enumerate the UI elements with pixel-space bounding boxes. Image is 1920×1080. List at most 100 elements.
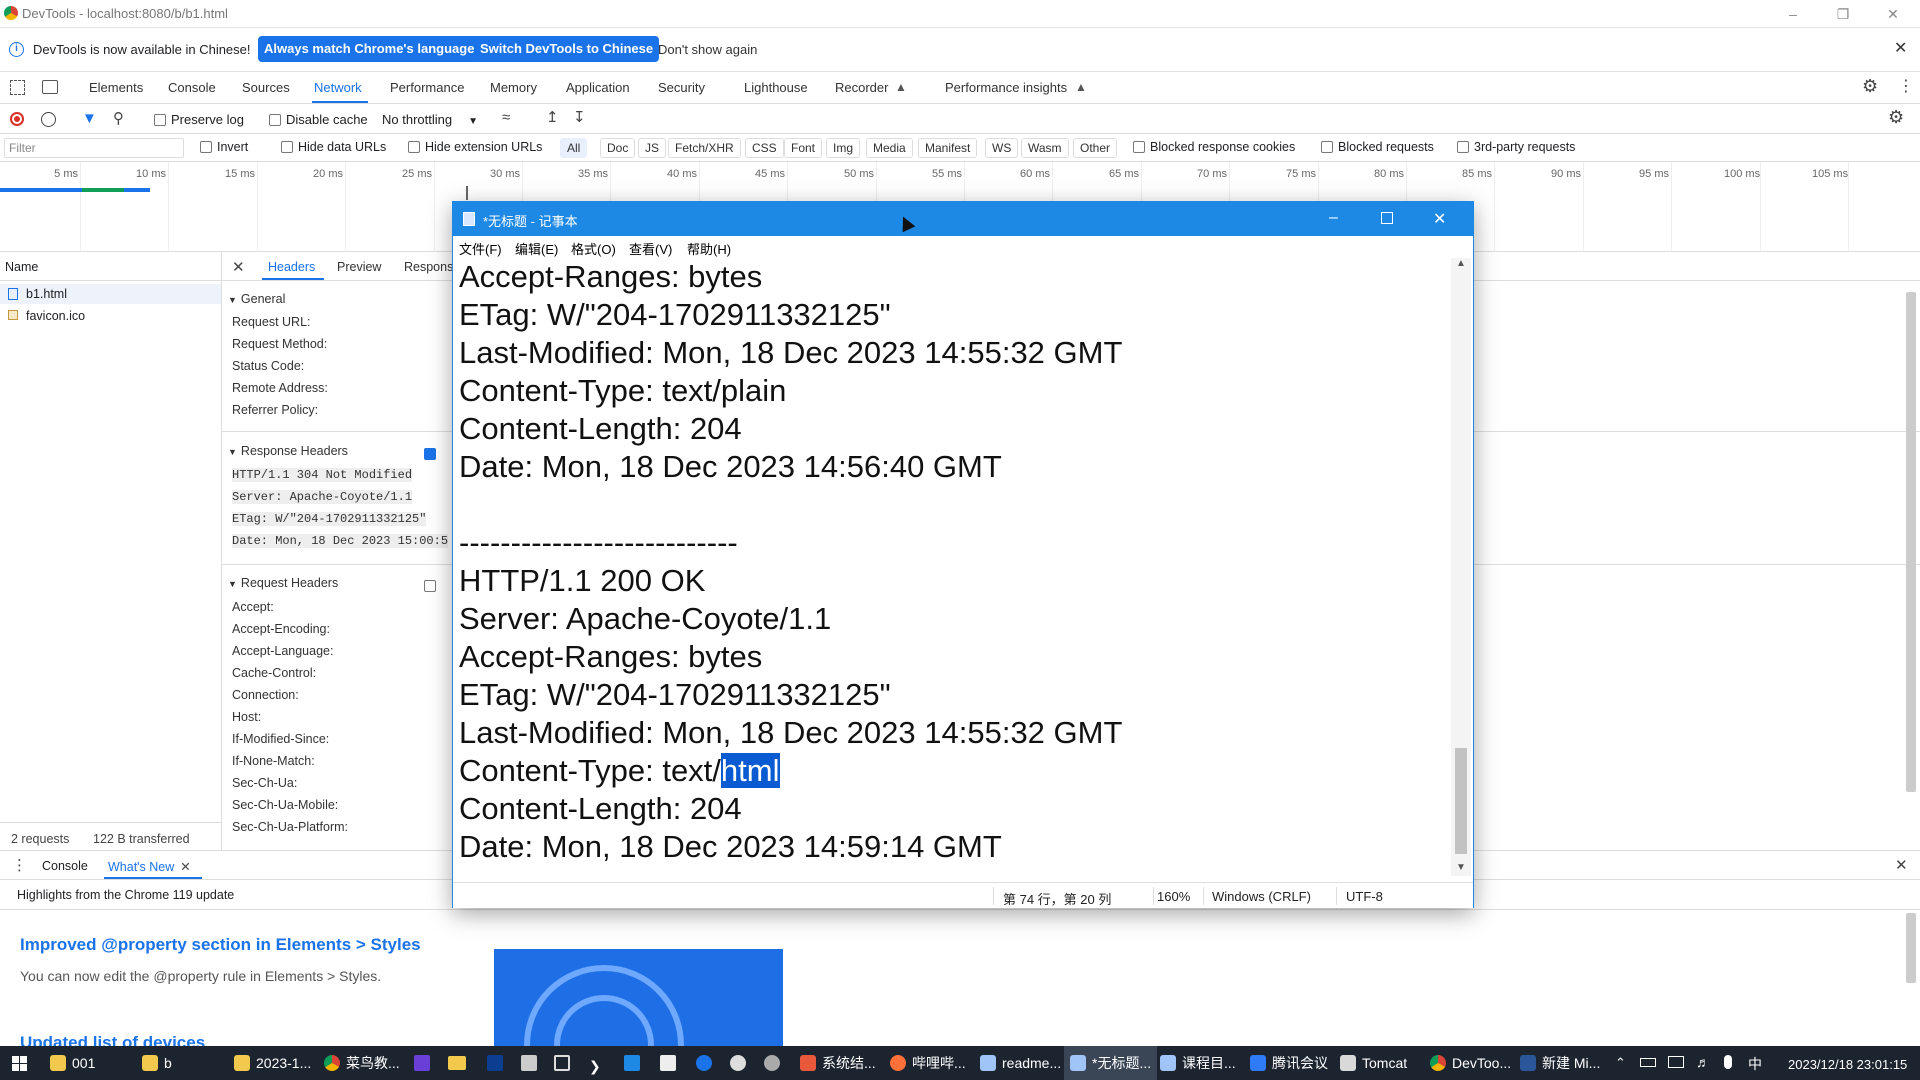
notepad-text-area[interactable]: Accept-Ranges: bytes ETag: W/"204-170291… xyxy=(459,258,1449,876)
drawer-tab-whats-new[interactable]: What's New ✕ xyxy=(108,859,191,874)
menu-edit[interactable]: 编辑(E) xyxy=(515,239,558,258)
menu-file[interactable]: 文件(F) xyxy=(459,239,502,258)
taskbar-clock[interactable]: 2023/12/18 23:01:15 xyxy=(1788,1057,1907,1072)
filter-type-js[interactable]: JS xyxy=(638,138,667,158)
preserve-log-checkbox[interactable]: Preserve log xyxy=(154,112,244,127)
taskbar-item-readme[interactable]: readme... xyxy=(974,1046,1067,1080)
filter-type-img[interactable]: Img xyxy=(826,138,861,158)
general-section-header[interactable]: ▼ General xyxy=(228,292,285,306)
taskbar-item-notepad-active[interactable]: *无标题... xyxy=(1064,1046,1158,1080)
network-icon[interactable] xyxy=(1668,1056,1684,1068)
taskbar-item-b[interactable]: b xyxy=(136,1046,178,1080)
taskbar-item-devtools[interactable]: DevToo... xyxy=(1424,1046,1517,1080)
device-toolbar-icon[interactable] xyxy=(42,80,58,94)
filter-type-css[interactable]: CSS xyxy=(745,138,784,158)
drawer-tab-console[interactable]: Console xyxy=(42,859,88,873)
restore-button[interactable]: ❐ xyxy=(1820,0,1866,28)
selected-text[interactable]: html xyxy=(720,753,780,788)
tab-application[interactable]: Application xyxy=(566,80,630,95)
import-har-icon[interactable]: ↥ xyxy=(546,108,559,126)
filter-type-media[interactable]: Media xyxy=(866,138,913,158)
close-drawer-icon[interactable]: ✕ xyxy=(1895,856,1908,874)
ime-zh-icon[interactable]: 中 xyxy=(1748,1054,1762,1074)
tab-recorder[interactable]: Recorder xyxy=(835,80,888,95)
scroll-down-arrow-icon[interactable]: ▼ xyxy=(1456,862,1466,873)
taskbar-item-tencent-meeting[interactable]: 腾讯会议 xyxy=(1244,1046,1334,1080)
network-settings-icon[interactable]: ⚙ xyxy=(1888,107,1904,128)
close-infobar-icon[interactable]: ✕ xyxy=(1894,38,1907,58)
notepad-scrollbar[interactable]: ▲ ▼ xyxy=(1451,258,1471,876)
tab-sources[interactable]: Sources xyxy=(242,80,290,95)
tab-performance-insights[interactable]: Performance insights xyxy=(945,80,1067,95)
raw-checkbox-response[interactable] xyxy=(424,446,441,461)
detail-tab-headers[interactable]: Headers xyxy=(268,260,315,274)
notepad-titlebar[interactable]: *无标题 - 记事本 – ✕ xyxy=(453,202,1473,236)
scroll-up-arrow-icon[interactable]: ▲ xyxy=(1456,258,1466,269)
blocked-requests-checkbox[interactable]: Blocked requests xyxy=(1321,140,1434,154)
name-column-header[interactable]: Name xyxy=(5,260,38,274)
filter-type-wasm[interactable]: Wasm xyxy=(1021,138,1069,158)
detail-tab-preview[interactable]: Preview xyxy=(337,260,381,274)
pinned-app-icon[interactable] xyxy=(696,1055,712,1071)
record-stop-icon[interactable] xyxy=(10,112,24,126)
network-conditions-icon[interactable]: ≈ xyxy=(502,109,510,126)
tab-performance[interactable]: Performance xyxy=(390,80,464,95)
disable-cache-checkbox[interactable]: Disable cache xyxy=(269,112,368,127)
drawer-scrollbar[interactable] xyxy=(1906,913,1916,983)
close-button[interactable]: ✕ xyxy=(1870,0,1916,28)
volume-icon[interactable]: ♬ xyxy=(1696,1054,1710,1070)
search-icon[interactable]: ⚲ xyxy=(113,109,124,127)
filter-type-all[interactable]: All xyxy=(560,138,588,158)
export-har-icon[interactable]: ↧ xyxy=(573,108,586,126)
pinned-app-icon[interactable] xyxy=(521,1055,537,1071)
article-title-link[interactable]: Improved @property section in Elements >… xyxy=(20,935,421,955)
blocked-cookies-checkbox[interactable]: Blocked response cookies xyxy=(1133,140,1295,154)
close-tab-icon[interactable]: ✕ xyxy=(180,860,190,874)
minimize-button[interactable]: – xyxy=(1770,0,1816,28)
notepad-minimize-button[interactable]: – xyxy=(1329,209,1338,227)
filter-type-other[interactable]: Other xyxy=(1073,138,1118,158)
invert-checkbox[interactable]: Invert xyxy=(200,140,248,154)
taskbar-item-word[interactable]: 新建 Mi... xyxy=(1514,1046,1606,1080)
taskbar-item-bilibili[interactable]: 哔哩哔... xyxy=(884,1046,972,1080)
raw-checkbox-request[interactable] xyxy=(424,578,441,593)
throttling-select[interactable]: No throttling ▼ xyxy=(382,112,478,127)
taskbar-item-folder-2023[interactable]: 2023-1... xyxy=(228,1046,317,1080)
tab-console[interactable]: Console xyxy=(168,80,216,95)
pinned-terminal-icon[interactable] xyxy=(487,1055,503,1071)
clear-icon[interactable] xyxy=(41,112,56,127)
filter-type-manifest[interactable]: Manifest xyxy=(918,138,978,158)
filter-input[interactable]: Filter xyxy=(4,138,184,158)
dont-show-again-link[interactable]: Don't show again xyxy=(658,42,757,57)
third-party-checkbox[interactable]: 3rd-party requests xyxy=(1457,140,1575,154)
taskbar-item-course[interactable]: 课程目... xyxy=(1154,1046,1242,1080)
pinned-app-icon[interactable]: ❯ xyxy=(589,1058,601,1075)
tab-network[interactable]: Network xyxy=(314,80,362,95)
filter-funnel-icon[interactable]: ▼ xyxy=(82,110,97,127)
inspect-element-icon[interactable] xyxy=(10,80,25,95)
hide-data-urls-checkbox[interactable]: Hide data URLs xyxy=(281,140,386,154)
switch-chinese-button[interactable]: Switch DevTools to Chinese xyxy=(474,36,660,62)
start-button-icon[interactable] xyxy=(12,1056,27,1071)
notepad-maximize-button[interactable] xyxy=(1381,212,1393,224)
scroll-thumb[interactable] xyxy=(1455,748,1467,854)
pinned-folder-icon[interactable] xyxy=(448,1056,466,1070)
pinned-app-icon[interactable] xyxy=(730,1055,746,1071)
pinned-app-icon[interactable] xyxy=(414,1055,430,1071)
taskbar-item-runoob[interactable]: 菜鸟教... xyxy=(318,1046,406,1080)
menu-view[interactable]: 查看(V) xyxy=(629,239,672,258)
taskbar-item-system[interactable]: 系统结... xyxy=(794,1046,882,1080)
filter-type-doc[interactable]: Doc xyxy=(600,138,636,158)
request-row-b1[interactable]: b1.html xyxy=(0,284,221,304)
filter-type-font[interactable]: Font xyxy=(784,138,823,158)
more-menu-icon[interactable]: ⋮ xyxy=(1898,76,1914,96)
close-detail-icon[interactable]: ✕ xyxy=(232,258,245,276)
tab-elements[interactable]: Elements xyxy=(89,80,143,95)
taskbar-item-001[interactable]: 001 xyxy=(44,1046,101,1080)
filter-type-fetch-xhr[interactable]: Fetch/XHR xyxy=(668,138,741,158)
tab-lighthouse[interactable]: Lighthouse xyxy=(744,80,808,95)
match-language-button[interactable]: Always match Chrome's language xyxy=(258,36,481,62)
drawer-menu-icon[interactable]: ⋮ xyxy=(12,856,27,874)
pinned-app-icon[interactable] xyxy=(554,1055,570,1071)
menu-format[interactable]: 格式(O) xyxy=(571,239,616,258)
